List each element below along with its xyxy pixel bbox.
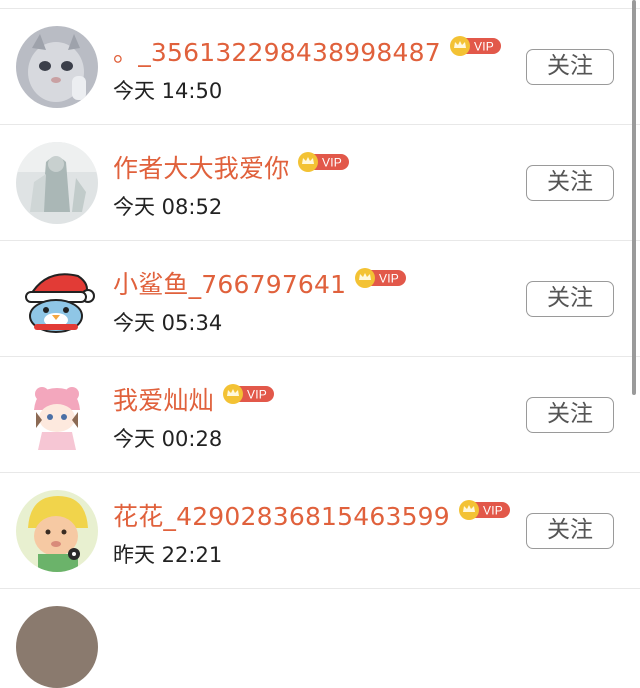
list-item[interactable]: 我爱灿灿 VIP 今天 00:28 关注 — [0, 356, 640, 472]
list-item[interactable]: 小鲨鱼_766797641 VIP 今天 05:34 关注 — [0, 240, 640, 356]
avatar[interactable] — [16, 142, 98, 224]
anime-figure-icon — [16, 142, 98, 224]
list-item[interactable]: 作者大大我爱你 VIP 今天 08:52 关注 — [0, 124, 640, 240]
list-item[interactable]: 。_35613229843899848​7 VIP 今天 14:50 关注 — [0, 8, 640, 124]
username-text: 作者大大我爱你 — [113, 154, 290, 183]
avatar-photo-icon — [16, 606, 98, 688]
svg-text:VIP: VIP — [322, 156, 342, 170]
follow-time: 今天 05:34 — [113, 311, 223, 335]
username-text: 。_35613229843899848​7 — [113, 38, 441, 67]
username-text: 我爱灿灿 — [113, 386, 214, 415]
svg-text:VIP: VIP — [483, 504, 503, 518]
follow-button[interactable]: 关注 — [526, 397, 614, 433]
avatar[interactable] — [16, 374, 98, 456]
username[interactable]: 作者大大我爱你 VIP — [113, 149, 350, 185]
vip-badge: VIP — [458, 499, 510, 521]
list-item[interactable]: 花花_42902836815463599 VIP 昨天 22:21 关注 — [0, 472, 640, 588]
follow-button[interactable]: 关注 — [526, 49, 614, 85]
svg-text:VIP: VIP — [379, 272, 399, 286]
list-item-partial[interactable] — [0, 588, 640, 688]
follower-list: 。_35613229843899848​7 VIP 今天 14:50 关注 作者大… — [0, 0, 640, 688]
follow-button[interactable]: 关注 — [526, 513, 614, 549]
username[interactable]: 花花_42902836815463599 VIP — [113, 497, 510, 533]
username[interactable]: 我爱灿灿 VIP — [113, 381, 274, 417]
cat-photo-icon — [16, 26, 98, 108]
vip-badge: VIP — [354, 267, 407, 289]
baby-photo-icon — [16, 490, 98, 572]
follow-button[interactable]: 关注 — [526, 165, 614, 201]
username-text: 小鲨鱼_766797641 — [113, 270, 347, 299]
svg-text:VIP: VIP — [247, 388, 267, 402]
follow-time: 今天 00:28 — [113, 427, 223, 451]
avatar[interactable] — [16, 490, 98, 572]
follow-time: 昨天 22:21 — [113, 543, 223, 567]
follow-button[interactable]: 关注 — [526, 281, 614, 317]
avatar[interactable] — [16, 26, 98, 108]
username[interactable]: 。_35613229843899848​7 VIP — [113, 33, 501, 69]
penguin-santa-hat-icon — [16, 258, 98, 340]
username[interactable]: 小鲨鱼_766797641 VIP — [113, 265, 407, 301]
vip-badge: VIP — [449, 35, 501, 57]
scrollbar[interactable] — [632, 0, 636, 395]
username-text: 花花_42902836815463599 — [113, 502, 450, 531]
follow-time: 今天 14:50 — [113, 79, 223, 103]
svg-text:VIP: VIP — [474, 40, 494, 54]
cartoon-bear-girl-icon — [16, 374, 98, 456]
avatar[interactable] — [16, 258, 98, 340]
follow-time: 今天 08:52 — [113, 195, 223, 219]
vip-badge: VIP — [222, 383, 274, 405]
vip-badge: VIP — [297, 151, 350, 173]
avatar[interactable] — [16, 606, 98, 688]
